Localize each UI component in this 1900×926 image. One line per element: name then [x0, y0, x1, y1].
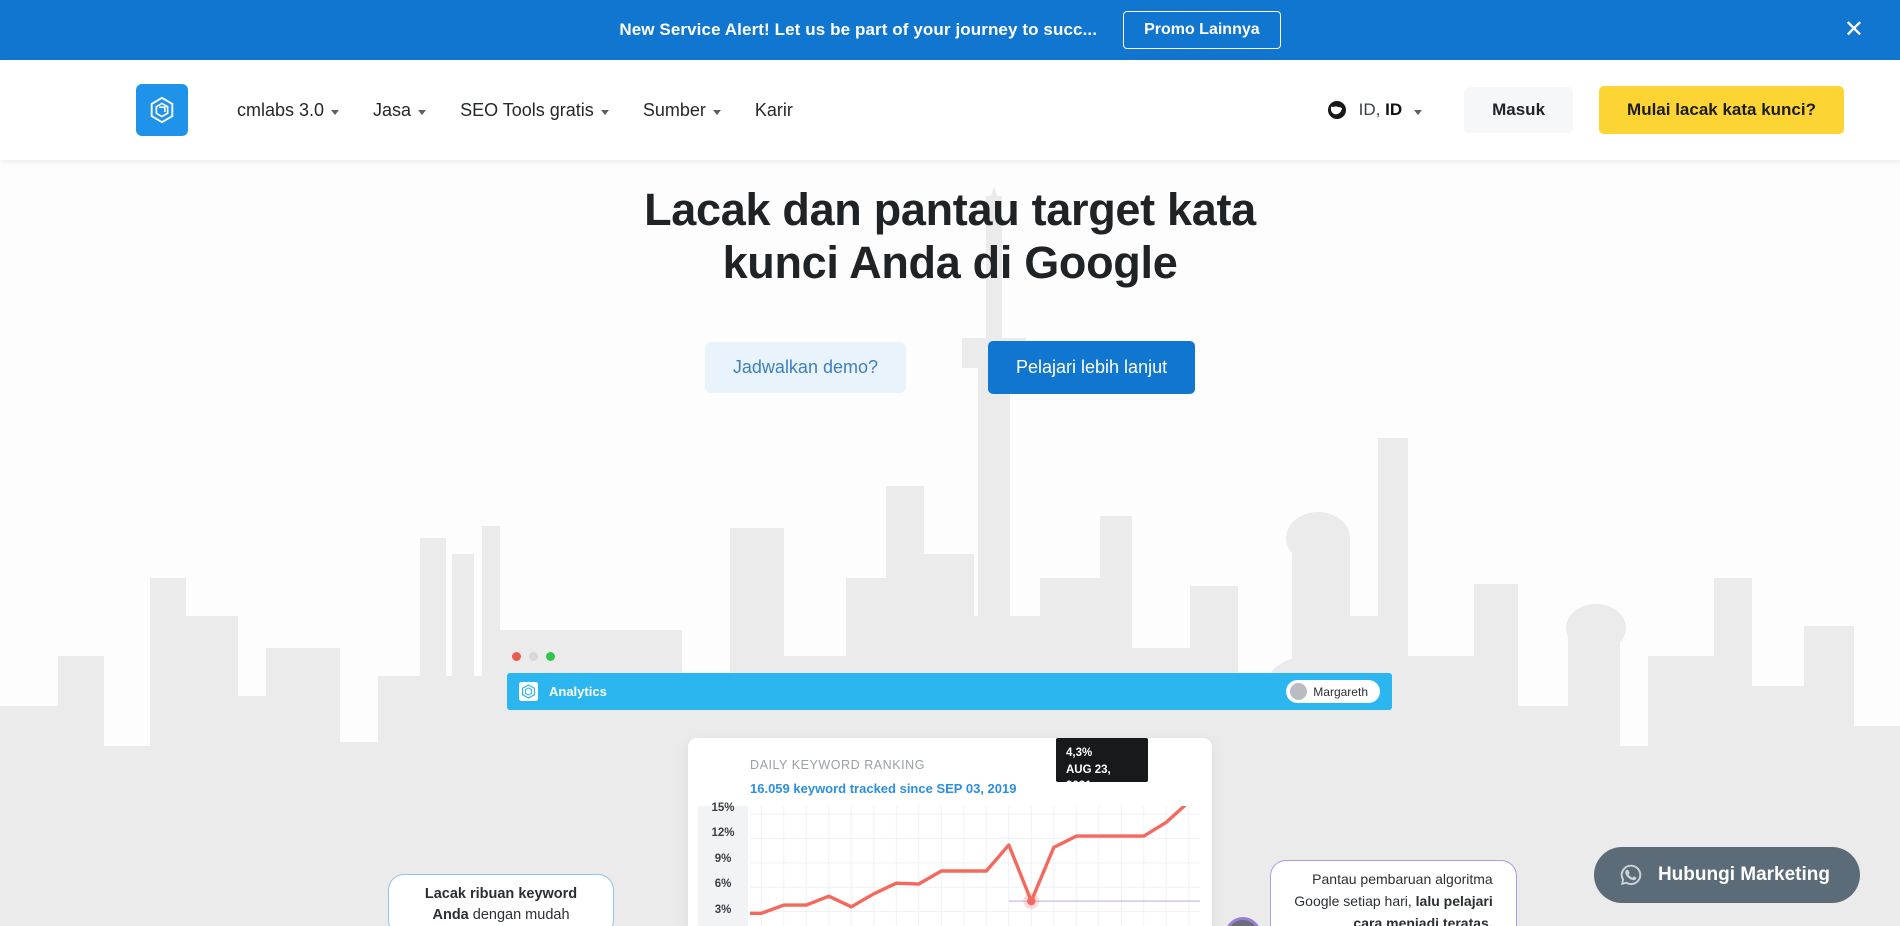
main-navbar: cmlabs 3.0 Jasa SEO Tools gratis Sumber …: [0, 60, 1900, 160]
nav-item-label: SEO Tools gratis: [460, 99, 594, 120]
learn-more-button[interactable]: Pelajari lebih lanjut: [988, 341, 1196, 395]
y-tick-label: 12%: [711, 827, 735, 839]
maximize-dot-icon: [546, 652, 555, 661]
chevron-down-icon: [1414, 109, 1423, 115]
callout-keyword-text: Lacak ribuan keyword Anda dengan mudah: [424, 885, 578, 923]
y-tick-label: 9%: [714, 853, 732, 865]
y-tick-label: 15%: [711, 802, 735, 814]
schedule-demo-button[interactable]: Jadwalkan demo?: [704, 342, 906, 394]
chart-title: DAILY KEYWORD RANKING: [750, 758, 926, 772]
close-dot-icon: [512, 652, 521, 661]
contact-marketing-button[interactable]: Hubungi Marketing: [1593, 847, 1860, 903]
hero-section: Lacak dan pantau target kata kunci Anda …: [0, 160, 1900, 926]
chart-subtitle: 16.059 keyword tracked since SEP 03, 201…: [750, 781, 1017, 796]
hero-button-group: Jadwalkan demo? Pelajari lebih lanjut: [670, 341, 1230, 395]
hero-content: Lacak dan pantau target kata kunci Anda …: [0, 184, 1900, 395]
callout-algorithm: Pantau pembaruan algoritma Google setiap…: [1270, 860, 1517, 926]
nav-item-sumber[interactable]: Sumber: [626, 100, 738, 121]
nav-item-seo-tools[interactable]: SEO Tools gratis: [443, 100, 626, 121]
chevron-down-icon: [600, 109, 609, 115]
cube-logo-icon: [150, 96, 174, 124]
chevron-down-icon: [712, 109, 721, 115]
whatsapp-icon: [1620, 864, 1642, 886]
analytics-titlebar: Analytics Margareth: [507, 673, 1392, 710]
login-button[interactable]: Masuk: [1464, 87, 1574, 133]
hero-title-line1: Lacak dan pantau target kata: [644, 184, 1256, 235]
nav-item-jasa[interactable]: Jasa: [356, 100, 443, 121]
analytics-title: Analytics: [549, 684, 607, 699]
user-chip[interactable]: Margareth: [1286, 680, 1380, 703]
cube-logo-icon: [519, 682, 538, 701]
nav-item-label: Sumber: [642, 99, 706, 120]
nav-item-label: Karir: [754, 99, 793, 120]
line-chart-plot: [750, 806, 1200, 926]
callout-keyword: Lacak ribuan keyword Anda dengan mudah: [388, 874, 614, 926]
promo-banner: New Service Alert! Let us be part of you…: [0, 0, 1900, 60]
y-tick-label: 3%: [714, 904, 732, 916]
close-icon[interactable]: ✕: [1844, 18, 1864, 42]
page-title: Lacak dan pantau target kata kunci Anda …: [590, 184, 1310, 289]
hero-title-line2: kunci Anda di Google: [722, 236, 1178, 288]
minimize-dot-icon: [529, 652, 538, 661]
tooltip-value: 4,3%: [1066, 747, 1093, 759]
language-label: ID, ID: [1358, 100, 1403, 119]
start-tracking-button[interactable]: Mulai lacak kata kunci?: [1599, 86, 1844, 134]
cmlabs-logo[interactable]: [136, 84, 188, 136]
nav-item-label: cmlabs 3.0: [237, 99, 325, 120]
nav-item-label: Jasa: [373, 99, 412, 120]
chevron-down-icon: [331, 109, 340, 115]
nav-right-group: ID, ID Masuk Mulai lacak kata kunci?: [1327, 86, 1844, 134]
user-name: Margareth: [1313, 684, 1368, 699]
window-traffic-lights: [512, 652, 555, 661]
callout-algorithm-text: Pantau pembaruan algoritma Google setiap…: [1294, 871, 1493, 926]
avatar: [1290, 683, 1308, 700]
nav-item-cmlabs[interactable]: cmlabs 3.0: [220, 100, 356, 121]
chart-tooltip: 4,3% AUG 23, 2021: [1056, 738, 1148, 792]
globe-icon: [1327, 101, 1346, 119]
y-tick-label: 6%: [714, 878, 732, 890]
nav-item-karir[interactable]: Karir: [738, 100, 810, 121]
chevron-down-icon: [418, 109, 427, 115]
language-selector[interactable]: ID, ID: [1327, 100, 1423, 120]
promo-message: New Service Alert! Let us be part of you…: [619, 20, 1098, 39]
contact-marketing-label: Hubungi Marketing: [1657, 864, 1830, 885]
promo-more-button[interactable]: Promo Lainnya: [1123, 11, 1281, 49]
tooltip-date: AUG 23, 2021: [1066, 763, 1111, 793]
nav-links: cmlabs 3.0 Jasa SEO Tools gratis Sumber …: [220, 100, 810, 121]
